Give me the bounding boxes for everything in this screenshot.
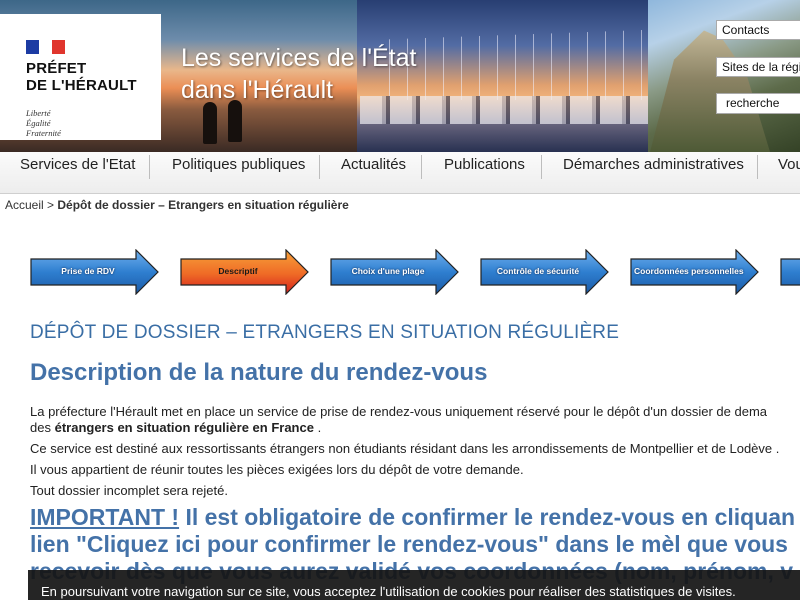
section-title: Description de la nature du rendez-vous	[30, 359, 488, 386]
step-label: Descriptif	[218, 266, 258, 276]
intro-line-2: des étrangers en situation régulière en …	[30, 420, 767, 436]
important-text-1: Il est obligatoire de confirmer le rende…	[179, 504, 796, 530]
motto-egalite: Égalité	[26, 118, 51, 128]
breadcrumb-current: Dépôt de dossier – Etrangers en situatio…	[57, 198, 349, 212]
nav-item-actualites[interactable]: Actualités	[341, 152, 406, 193]
step-prise-de-rdv[interactable]: Prise de RDV	[30, 249, 159, 295]
silhouette-person	[203, 102, 217, 144]
logo-title-line2: DE L'HÉRAULT	[26, 77, 137, 94]
documents-note: Il vous appartient de réunir toutes les …	[30, 462, 524, 477]
intro-paragraph: La préfecture l'Hérault met en place un …	[30, 404, 767, 436]
nav-item-vous[interactable]: Vou	[778, 152, 800, 193]
nav-divider	[319, 155, 320, 179]
step-next[interactable]	[780, 249, 800, 294]
page-title: DÉPÔT DE DOSSIER – ETRANGERS EN SITUATIO…	[30, 322, 620, 343]
french-flag-icon	[26, 40, 66, 54]
cookie-banner-text: En poursuivant votre navigation sur ce s…	[41, 584, 736, 599]
important-label: IMPORTANT !	[30, 504, 180, 530]
step-descriptif[interactable]: Descriptif	[180, 249, 309, 295]
breadcrumb-home-link[interactable]: Accueil	[5, 198, 44, 212]
nav-item-demarches[interactable]: Démarches administratives	[563, 152, 744, 193]
breadcrumb-separator: >	[47, 198, 55, 212]
intro-highlight: étrangers en situation régulière en Fran…	[54, 420, 314, 435]
important-line-1: IMPORTANT ! Il est obligatoire de confir…	[30, 504, 795, 531]
regional-sites-link[interactable]: Sites de la régi	[716, 57, 800, 77]
logo-title-line1: PRÉFET	[26, 60, 87, 77]
silhouette-person	[228, 100, 242, 142]
intro-line2-suffix: .	[317, 420, 322, 435]
step-arrow-icon	[780, 258, 800, 286]
step-label: Contrôle de sécurité	[496, 266, 580, 276]
service-description: Ce service est destiné aux ressortissant…	[30, 441, 780, 456]
step-controle-securite[interactable]: Contrôle de sécurité	[480, 249, 609, 295]
search-input[interactable]: recherche	[716, 93, 800, 114]
contacts-link[interactable]: Contacts	[716, 20, 800, 40]
intro-line-1: La préfecture l'Hérault met en place un …	[30, 404, 768, 419]
motto-liberte: Liberté	[26, 108, 51, 118]
logo-title: PRÉFET DE L'HÉRAULT	[26, 60, 137, 94]
prefecture-logo[interactable]: PRÉFET DE L'HÉRAULT Liberté Égalité Frat…	[0, 14, 161, 140]
nav-divider	[541, 155, 542, 179]
breadcrumb: Accueil > Dépôt de dossier – Etrangers e…	[5, 198, 349, 212]
cookie-banner: En poursuivant votre navigation sur ce s…	[28, 570, 800, 600]
step-label: Choix d'une plage	[351, 266, 425, 276]
step-label: Coordonnées personnelles	[634, 266, 744, 276]
intro-line2-prefix: des	[30, 420, 51, 435]
nav-divider	[757, 155, 758, 179]
incomplete-note: Tout dossier incomplet sera rejeté.	[30, 483, 228, 498]
motto-fraternite: Fraternité	[26, 128, 61, 138]
important-text-2: lien "Cliquez ici pour confirmer le rend…	[30, 531, 788, 557]
step-coordonnees[interactable]: Coordonnées personnelles	[630, 249, 759, 295]
nav-divider	[421, 155, 422, 179]
nav-divider	[149, 155, 150, 179]
logo-motto: Liberté Égalité Fraternité	[26, 108, 61, 138]
nav-item-publications[interactable]: Publications	[444, 152, 525, 193]
step-choix-plage[interactable]: Choix d'une plage	[330, 249, 459, 295]
step-label: Prise de RDV	[61, 266, 115, 276]
nav-item-services[interactable]: Services de l'Etat	[20, 152, 135, 193]
main-nav: Services de l'Etat Politiques publiques …	[0, 152, 800, 194]
header-links: Contacts Sites de la régi recherche	[716, 20, 800, 114]
site-title[interactable]: Les services de l'État dans l'Hérault	[181, 42, 461, 106]
site-header: PRÉFET DE L'HÉRAULT Liberté Égalité Frat…	[0, 0, 800, 152]
nav-item-politiques[interactable]: Politiques publiques	[172, 152, 305, 193]
